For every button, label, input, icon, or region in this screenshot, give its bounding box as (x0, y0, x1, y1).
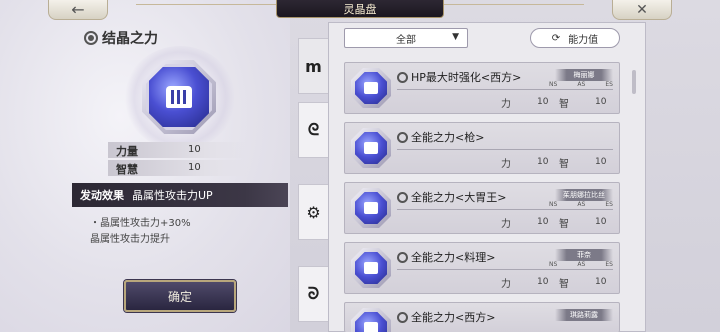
crystal-name: 全能之力<枪> (397, 129, 484, 145)
crystal-name: 全能之力<料理> (397, 249, 495, 265)
title-ornament-right (444, 4, 584, 10)
divider (397, 149, 613, 150)
title-ornament-left (136, 4, 276, 10)
crystal-icon: m (305, 56, 322, 76)
list-item[interactable]: 全能之力<大胃王> 茱朋娜拉比丝 NS AS ES 力 10 智 10 (344, 182, 620, 234)
character-badge: 茱朋娜拉比丝 (555, 189, 613, 201)
crystal-preview (124, 46, 236, 150)
tab-gear[interactable]: ⚙ (298, 184, 328, 240)
refresh-icon: ⟳ (551, 32, 561, 44)
filter-dropdown[interactable]: 全部 ▼ (344, 28, 468, 48)
gear-icon (397, 131, 408, 143)
effect-tag: 发动效果 (80, 189, 124, 202)
crystal-name: 全能之力<西方> (397, 309, 495, 325)
back-arrow-icon: ← (71, 0, 85, 19)
list-item[interactable]: 全能之力<枪> 力 10 智 10 (344, 122, 620, 174)
character-badge: 琪路莉露 (555, 309, 613, 321)
skill-tags: NS AS ES (549, 261, 613, 268)
fist-icon (364, 142, 378, 154)
skill-tags: NS AS ES (549, 81, 613, 88)
page-title: 灵晶盘 (276, 0, 444, 18)
chevron-down-icon: ▼ (452, 32, 459, 42)
divider (397, 209, 613, 210)
fist-icon (364, 82, 378, 94)
tab-crystal[interactable]: m (298, 38, 328, 94)
gear-icon (397, 251, 408, 263)
sort-button[interactable]: ⟳ 能力值 (530, 28, 620, 48)
fist-icon (166, 86, 192, 108)
crystal-power-title: 结晶之力 (84, 28, 158, 48)
crystal-name: HP最大时强化<西方> (397, 69, 521, 85)
tab-swirl[interactable]: ᘓ (298, 102, 328, 158)
stat-wisdom: 智慧 10 (108, 160, 248, 176)
stat-strength: 力量 10 (108, 142, 248, 158)
gear-icon: ⚙ (306, 202, 321, 222)
back-button[interactable]: ← (48, 0, 108, 20)
list-item[interactable]: HP最大时强化<西方> 梅丽娜 NS AS ES 力 10 智 10 (344, 62, 620, 114)
fist-icon (364, 202, 378, 214)
gear-icon (397, 311, 408, 323)
skill-tags: NS AS ES (549, 201, 613, 208)
confirm-button[interactable]: 确定 (124, 280, 236, 312)
character-badge: 梅丽娜 (555, 69, 613, 81)
wave-icon: ᘐ (307, 284, 320, 303)
effect-description-2: 晶属性攻击力提升 (90, 234, 170, 245)
divider (397, 269, 613, 270)
list-item[interactable]: 全能之力<西方> 琪路莉露 (344, 302, 620, 332)
character-badge: 菲奈 (555, 249, 613, 261)
divider (397, 89, 613, 90)
gear-icon (397, 71, 408, 83)
close-icon: ✕ (636, 1, 648, 18)
fist-icon (364, 262, 378, 274)
list-scrollbar[interactable] (632, 70, 636, 94)
list-item[interactable]: 全能之力<料理> 菲奈 NS AS ES 力 10 智 10 (344, 242, 620, 294)
tab-wave[interactable]: ᘐ (298, 266, 328, 322)
gear-icon (84, 31, 98, 45)
gear-icon (397, 191, 408, 203)
close-button[interactable]: ✕ (612, 0, 672, 20)
crystal-name: 全能之力<大胃王> (397, 189, 506, 205)
swirl-icon: ᘓ (307, 120, 320, 139)
fist-icon (364, 322, 378, 332)
effect-description-1: ・晶属性攻击力+30% (90, 218, 191, 229)
effect-bar: 发动效果 晶属性攻击力UP (72, 183, 288, 207)
effect-name: 晶属性攻击力UP (132, 189, 213, 202)
category-tabs: m ᘓ ⚙ ᘐ (298, 38, 328, 332)
